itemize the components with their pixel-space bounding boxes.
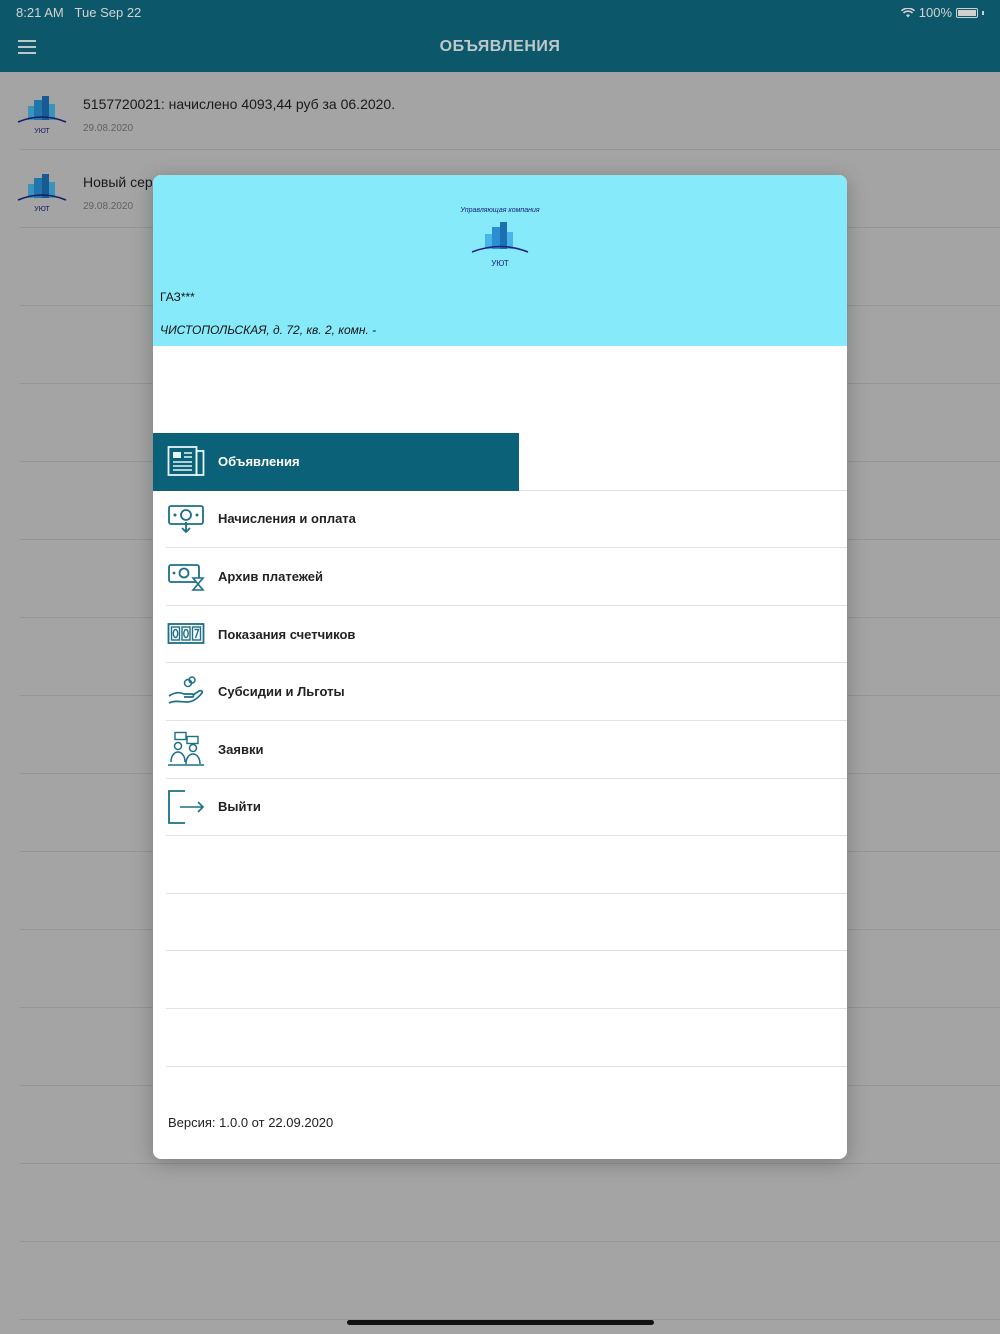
navigation-drawer: Управляющая компания УЮТ ГАЗ*** ЧИСТОПОЛ… <box>153 175 847 1159</box>
menu-separator <box>166 1009 847 1067</box>
menu-item-payment-archive[interactable]: Архив платежей <box>166 548 847 606</box>
menu-item-requests[interactable]: Заявки <box>166 721 847 779</box>
menu-separator <box>166 836 847 894</box>
svg-text:УЮТ: УЮТ <box>491 259 509 268</box>
company-logo-icon: УЮТ <box>471 222 529 268</box>
menu-item-meter-readings[interactable]: Показания счетчиков <box>166 606 847 664</box>
menu-separator <box>166 894 847 952</box>
drawer-header: Управляющая компания УЮТ ГАЗ*** ЧИСТОПОЛ… <box>153 175 847 346</box>
menu-item-charges[interactable]: Начисления и оплата <box>166 491 847 549</box>
menu-item-announcements[interactable]: Объявления <box>153 433 847 491</box>
menu-item-label: Объявления <box>218 453 300 469</box>
archive-payments-icon <box>166 557 206 595</box>
home-indicator[interactable] <box>347 1320 654 1325</box>
company-caption: Управляющая компания <box>460 207 540 214</box>
drawer-menu: Объявления Начисления и оплата Архив пла… <box>153 433 847 1067</box>
menu-item-label: Показания счетчиков <box>218 626 356 642</box>
menu-item-label: Выйти <box>218 799 261 815</box>
app-version: Версия: 1.0.0 от 22.09.2020 <box>168 1115 334 1130</box>
user-address: ЧИСТОПОЛЬСКАЯ, д. 72, кв. 2, комн. - <box>160 323 377 337</box>
subsidy-hand-icon <box>166 673 206 711</box>
menu-item-label: Субсидии и Льготы <box>218 684 345 700</box>
menu-item-label: Начисления и оплата <box>218 511 356 527</box>
logout-icon <box>166 788 206 826</box>
money-icon <box>166 500 206 538</box>
requests-icon <box>166 730 206 768</box>
menu-item-label: Заявки <box>218 741 264 757</box>
meter-icon <box>166 615 206 653</box>
user-name: ГАЗ*** <box>160 290 195 304</box>
menu-item-subsidies[interactable]: Субсидии и Льготы <box>166 663 847 721</box>
menu-separator <box>166 951 847 1009</box>
menu-item-logout[interactable]: Выйти <box>166 779 847 837</box>
menu-item-label: Архив платежей <box>218 568 324 584</box>
newspaper-icon <box>166 442 206 480</box>
